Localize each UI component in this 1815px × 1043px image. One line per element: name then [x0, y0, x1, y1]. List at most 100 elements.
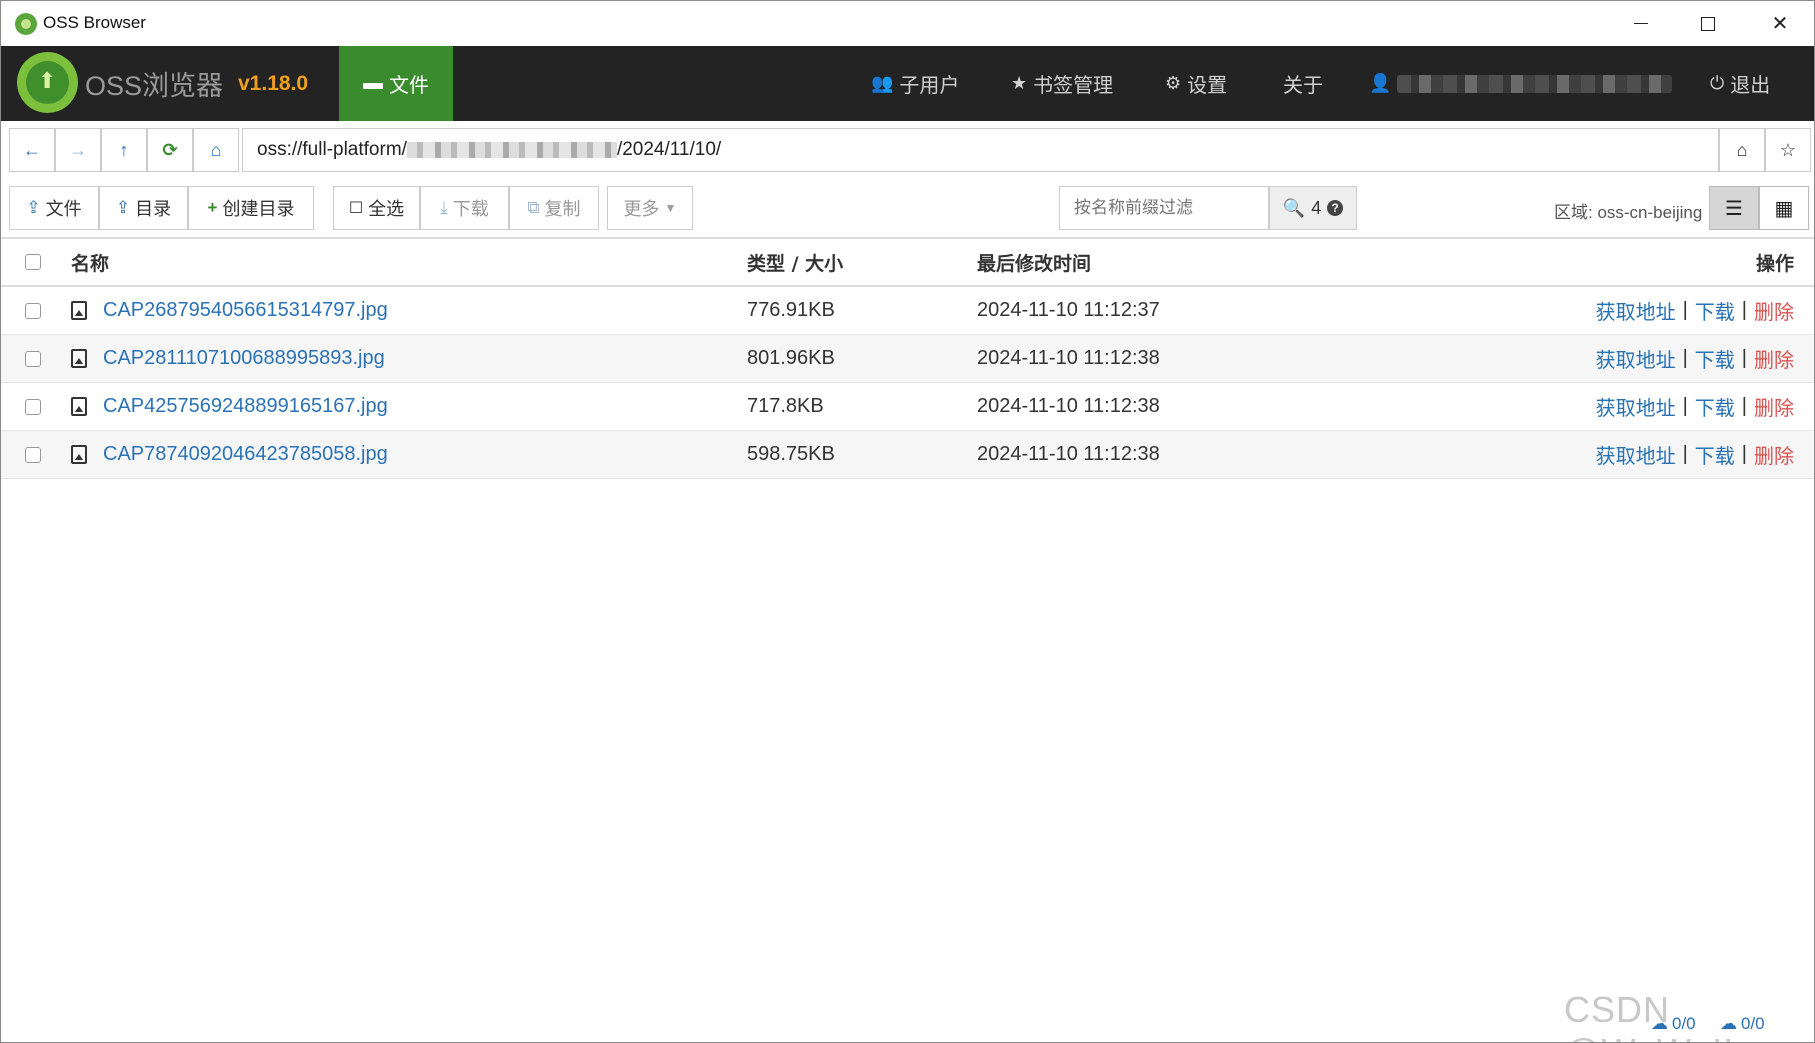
close-button[interactable]: ✕	[1749, 1, 1811, 46]
row-checkbox[interactable]	[25, 302, 41, 319]
download-count: 0/0	[1741, 1014, 1765, 1033]
minimize-button[interactable]	[1610, 1, 1672, 46]
nav-bookmarks[interactable]: ★ 书签管理	[1011, 46, 1113, 121]
row-actions: 获取地址 | 下载 | 删除	[1596, 335, 1794, 382]
get-url-link[interactable]: 获取地址	[1596, 344, 1676, 373]
action-separator: |	[1741, 443, 1747, 465]
get-url-link[interactable]: 获取地址	[1596, 296, 1676, 325]
copy-button[interactable]: ⧉ 复制	[509, 186, 599, 230]
maximize-icon	[1701, 16, 1715, 31]
upload-count: 0/0	[1672, 1014, 1696, 1033]
file-name-link[interactable]: CAP7874092046423785058.jpg	[103, 443, 388, 466]
star-outline-icon: ☆	[1779, 139, 1797, 160]
refresh-button[interactable]: ⟳	[147, 128, 193, 172]
nav-subusers[interactable]: 👥 子用户	[871, 46, 959, 121]
table-row[interactable]: CAP7874092046423785058.jpg 598.75KB 2024…	[1, 431, 1814, 479]
delete-link[interactable]: 删除	[1754, 440, 1794, 469]
help-icon: ?	[1327, 200, 1344, 216]
caret-down-icon: ▼	[664, 201, 677, 215]
arrow-right-icon: →	[69, 139, 87, 160]
delete-link[interactable]: 删除	[1754, 296, 1794, 325]
action-separator: |	[1682, 299, 1688, 321]
forward-button[interactable]: →	[55, 128, 101, 172]
user-icon: 👤	[1369, 73, 1392, 93]
upload-dir-button[interactable]: ⇪ 目录	[99, 186, 188, 230]
download-icon: ⤓	[440, 198, 448, 217]
select-all-checkbox[interactable]	[25, 254, 41, 270]
table-row[interactable]: CAP2687954056615314797.jpg 776.91KB 2024…	[1, 287, 1814, 335]
download-link[interactable]: 下载	[1695, 296, 1735, 325]
create-dir-button[interactable]: + 创建目录	[188, 186, 314, 230]
filter-input[interactable]	[1059, 186, 1269, 230]
table-row[interactable]: CAP4257569248899165167.jpg 717.8KB 2024-…	[1, 383, 1814, 431]
grid-view-button[interactable]: ▦	[1759, 186, 1809, 230]
up-button[interactable]: ↑	[101, 128, 147, 172]
upload-icon: ⇪	[115, 198, 131, 217]
go-home-button[interactable]: ⌂	[1719, 128, 1765, 172]
nav-files-label: 文件	[389, 75, 429, 97]
file-name-link[interactable]: CAP2811107100688995893.jpg	[103, 347, 385, 370]
version-label: v1.18.0	[238, 72, 309, 95]
maximize-button[interactable]	[1677, 1, 1739, 46]
table-header: 名称 类型 / 大小 最后修改时间 操作	[1, 239, 1814, 287]
file-name-link[interactable]: CAP2687954056615314797.jpg	[103, 299, 388, 322]
nav-subusers-label: 子用户	[899, 75, 960, 97]
address-input[interactable]: oss://full-platform/ /2024/11/10/	[242, 128, 1719, 172]
checkbox-icon: ☐	[348, 200, 364, 217]
gear-icon: ⚙	[1165, 73, 1182, 93]
row-checkbox[interactable]	[25, 398, 41, 415]
row-actions: 获取地址 | 下载 | 删除	[1596, 287, 1794, 334]
back-button[interactable]: ←	[9, 128, 55, 172]
delete-link[interactable]: 删除	[1754, 344, 1794, 373]
nav-logout[interactable]: ⏻ 退出	[1710, 46, 1770, 121]
file-modified: 2024-11-10 11:12:38	[977, 347, 1160, 369]
more-dropdown[interactable]: 更多 ▼	[607, 186, 693, 230]
file-size: 801.96KB	[747, 347, 835, 369]
app-icon	[15, 13, 37, 35]
copy-label: 复制	[544, 199, 581, 219]
home-button[interactable]: ⌂	[193, 128, 239, 172]
column-name[interactable]: 名称	[71, 239, 109, 285]
column-type-size[interactable]: 类型 / 大小	[747, 239, 843, 285]
grid-icon: ▦	[1774, 197, 1794, 220]
column-actions: 操作	[1755, 252, 1794, 275]
download-link[interactable]: 下载	[1695, 392, 1735, 421]
address-bar: ← → ↑ ⟳ ⌂ oss://full-platform/ /2024/11/1…	[9, 128, 1811, 172]
download-status[interactable]: ☁ 0/0	[1720, 1014, 1765, 1034]
download-button[interactable]: ⤓ 下载	[420, 186, 509, 230]
row-checkbox[interactable]	[25, 350, 41, 367]
image-file-icon	[71, 397, 87, 416]
file-name-link[interactable]: CAP4257569248899165167.jpg	[103, 395, 388, 418]
download-link[interactable]: 下载	[1695, 440, 1735, 469]
download-link[interactable]: 下载	[1695, 344, 1735, 373]
nav-files[interactable]: ▬ 文件	[339, 46, 453, 121]
get-url-link[interactable]: 获取地址	[1596, 392, 1676, 421]
list-view-button[interactable]: ☰	[1709, 186, 1759, 230]
brand-name: OSS浏览器	[85, 71, 224, 101]
nav-about[interactable]: 关于	[1283, 46, 1323, 121]
file-modified: 2024-11-10 11:12:38	[977, 395, 1160, 417]
upload-file-button[interactable]: ⇪ 文件	[9, 186, 99, 230]
select-all-button[interactable]: ☐ 全选	[333, 186, 420, 230]
more-label: 更多	[623, 199, 660, 219]
get-url-link[interactable]: 获取地址	[1596, 440, 1676, 469]
file-size: 717.8KB	[747, 395, 824, 417]
nav-settings[interactable]: ⚙ 设置	[1165, 46, 1227, 121]
bookmark-button[interactable]: ☆	[1765, 128, 1811, 172]
window-title: OSS Browser	[43, 13, 146, 32]
cloud-download-icon: ☁	[1720, 1014, 1737, 1033]
table-row[interactable]: CAP2811107100688995893.jpg 801.96KB 2024…	[1, 335, 1814, 383]
action-separator: |	[1741, 395, 1747, 417]
column-modified[interactable]: 最后修改时间	[977, 239, 1091, 285]
nav-user[interactable]: 👤	[1369, 46, 1673, 121]
delete-link[interactable]: 删除	[1754, 392, 1794, 421]
users-icon: 👥	[871, 73, 894, 93]
search-button[interactable]: 🔍 4 ?	[1269, 186, 1357, 230]
arrow-left-icon: ←	[23, 139, 41, 160]
row-actions: 获取地址 | 下载 | 删除	[1596, 431, 1794, 478]
close-icon: ✕	[1771, 13, 1789, 35]
list-icon: ☰	[1725, 197, 1743, 220]
action-separator: |	[1741, 347, 1747, 369]
upload-status[interactable]: ☁ 0/0	[1651, 1014, 1696, 1034]
row-checkbox[interactable]	[25, 446, 41, 463]
